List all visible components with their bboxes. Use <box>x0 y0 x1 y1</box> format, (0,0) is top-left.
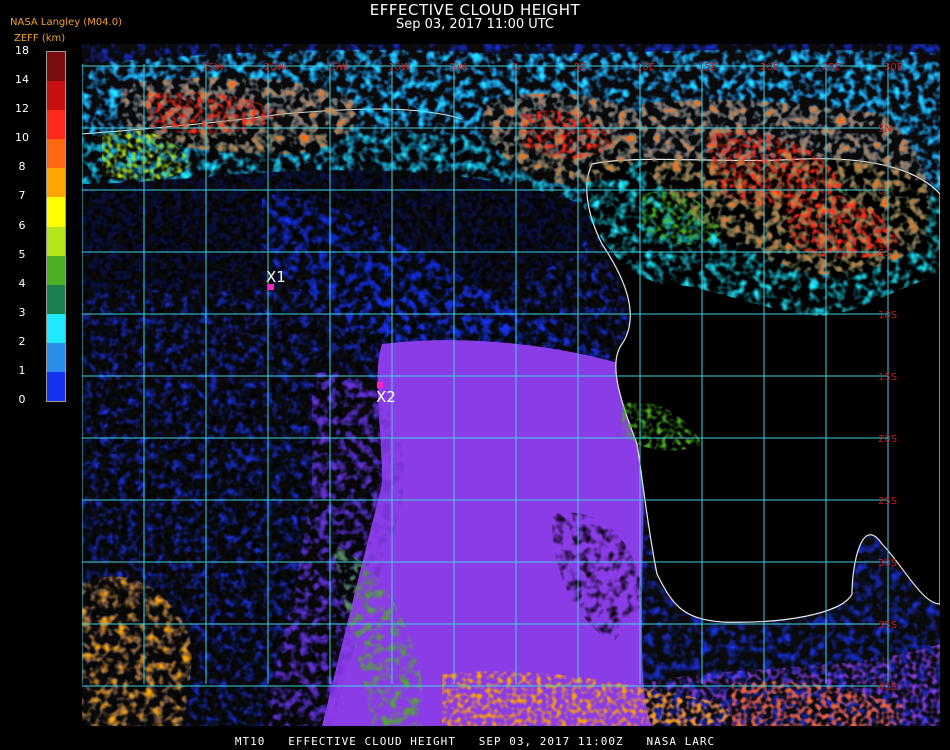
marker-x2-label: X2 <box>376 388 396 406</box>
product-source-label: NASA Langley (M04.0) <box>10 17 122 28</box>
legend-tick-label: 2 <box>18 334 26 348</box>
latitude-label: 15S <box>878 372 897 383</box>
latitude-label: 40S <box>878 682 897 693</box>
latitude-label: 10S <box>878 310 897 321</box>
longitude-label: 5E <box>574 62 587 73</box>
legend-tick-label: 3 <box>18 305 26 319</box>
legend-swatch <box>47 139 65 169</box>
marker-x1-label: X1 <box>266 268 286 286</box>
legend-tick-label: 8 <box>18 160 26 174</box>
header: EFFECTIVE CLOUD HEIGHT Sep 03, 2017 11:0… <box>0 0 950 44</box>
legend-swatch <box>47 284 65 315</box>
longitude-label: 20W <box>264 62 287 73</box>
legend-tick-label: 1 <box>18 363 26 377</box>
longitude-label: 0 <box>512 62 518 73</box>
legend-swatch <box>47 371 65 402</box>
latitude-label: 5N <box>878 124 892 135</box>
legend-swatch <box>47 197 65 227</box>
footer-caption: MT10 EFFECTIVE CLOUD HEIGHT SEP 03, 2017… <box>234 735 716 748</box>
longitude-label: 30E <box>884 62 903 73</box>
legend-swatch <box>47 342 65 373</box>
latitude-label: 0 <box>878 186 884 197</box>
legend-unit-label: ZEFF (km) <box>14 33 66 44</box>
legend-tick-label: 14 <box>15 73 29 87</box>
longitude-label: 10E <box>636 62 655 73</box>
legend-swatch <box>47 81 65 111</box>
color-legend <box>46 51 66 402</box>
satellite-map: 25W 20W 15W 10W 5W 0 5E 10E 15E 20E 25E 30E 5N 0 5S 10S… <box>82 44 940 726</box>
legend-tick-label: 4 <box>18 276 26 290</box>
longitude-label: 15E <box>698 62 717 73</box>
latitude-label: 30S <box>878 558 897 569</box>
longitude-label: 15W <box>326 62 349 73</box>
legend-tick-label: 5 <box>18 247 26 261</box>
latitude-label: 20S <box>878 434 897 445</box>
legend-swatch <box>47 110 65 140</box>
legend-swatch <box>47 255 65 286</box>
legend-tick-label: 0 <box>18 393 26 406</box>
longitude-label: 25W <box>202 62 225 73</box>
latitude-label: 35S <box>878 620 897 631</box>
longitude-label: 5W <box>450 62 466 73</box>
longitude-label: 20E <box>760 62 779 73</box>
legend-swatch <box>47 313 65 344</box>
longitude-label: 25E <box>822 62 841 73</box>
legend-tick-label: 12 <box>15 102 29 116</box>
map-datetime: Sep 03, 2017 11:00 UTC <box>395 17 555 32</box>
legend-swatch <box>47 168 65 198</box>
legend-swatch <box>47 52 65 82</box>
legend-tick-label: 6 <box>18 218 26 232</box>
longitude-label: 10W <box>388 62 411 73</box>
legend-tick-label: 10 <box>15 131 29 145</box>
legend-tick-label: 7 <box>18 189 26 203</box>
latitude-label: 25S <box>878 496 897 507</box>
latitude-label: 5S <box>878 248 891 259</box>
legend-tick-label: 18 <box>15 44 29 57</box>
legend-swatch <box>47 226 65 257</box>
